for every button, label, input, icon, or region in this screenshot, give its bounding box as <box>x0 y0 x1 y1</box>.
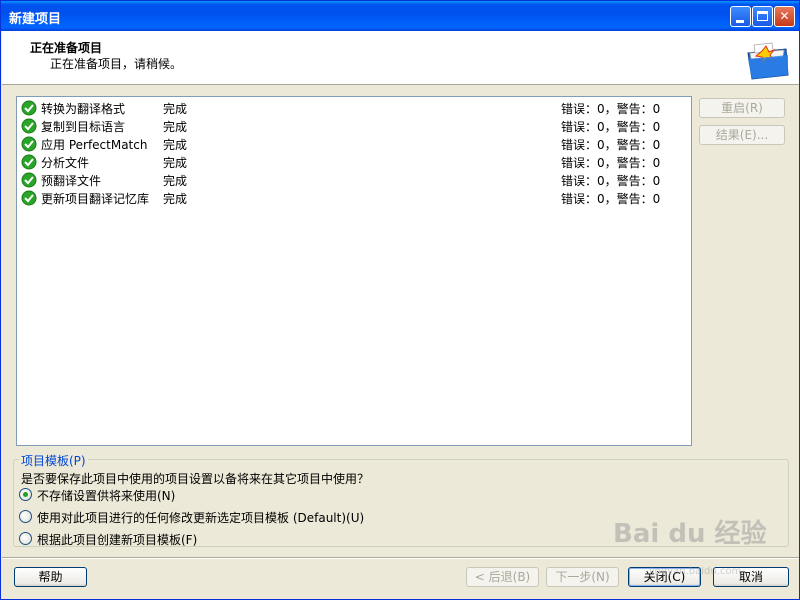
radio-label: 不存储设置供将来使用(N) <box>37 489 176 503</box>
check-icon <box>21 172 37 188</box>
radio-label: 使用对此项目进行的任何修改更新选定项目模板 (Default)(U) <box>37 511 365 525</box>
task-counts: 错误：0，警告：0 <box>561 120 661 134</box>
radio-label: 根据此项目创建新项目模板(F) <box>37 533 198 547</box>
next-button[interactable]: 下一步(N) <box>546 567 619 587</box>
header-subtitle: 正在准备项目，请稍候。 <box>50 57 183 71</box>
help-button[interactable]: 帮助 <box>14 567 87 587</box>
radio-button[interactable] <box>19 488 32 501</box>
task-status: 完成 <box>163 120 188 134</box>
task-list[interactable]: 转换为翻译格式 完成 错误：0，警告：0 复制到目标语言 完成 错误：0，警告：… <box>16 96 692 446</box>
task-status: 完成 <box>163 156 188 170</box>
task-counts: 错误：0，警告：0 <box>561 102 661 116</box>
task-row[interactable]: 分析文件 完成 错误：0，警告：0 <box>19 153 689 171</box>
minimize-icon <box>736 20 744 23</box>
task-status: 完成 <box>163 102 188 116</box>
maximize-button[interactable] <box>752 6 773 27</box>
task-counts: 错误：0，警告：0 <box>561 192 661 206</box>
task-name: 应用 PerfectMatch <box>41 138 148 152</box>
check-icon <box>21 154 37 170</box>
window-title: 新建项目 <box>9 12 62 27</box>
maximize-icon <box>757 11 768 21</box>
footer-divider <box>2 557 799 559</box>
check-icon <box>21 190 37 206</box>
project-folder-icon <box>747 42 789 80</box>
task-name: 复制到目标语言 <box>41 120 126 134</box>
minimize-button[interactable] <box>730 6 751 27</box>
task-status: 完成 <box>163 174 188 188</box>
task-name: 更新项目翻译记忆库 <box>41 192 150 206</box>
task-row[interactable]: 预翻译文件 完成 错误：0，警告：0 <box>19 171 689 189</box>
radio-button[interactable] <box>19 532 32 545</box>
close-icon: ✕ <box>779 9 790 23</box>
check-icon <box>21 136 37 152</box>
back-button[interactable]: < 后退(B) <box>466 567 539 587</box>
radio-button[interactable] <box>19 510 32 523</box>
task-name: 转换为翻译格式 <box>41 102 126 116</box>
restart-button[interactable]: 重启(R) <box>699 98 785 118</box>
task-row[interactable]: 更新项目翻译记忆库 完成 错误：0，警告：0 <box>19 189 689 207</box>
check-icon <box>21 100 37 116</box>
task-name: 分析文件 <box>41 156 90 170</box>
task-status: 完成 <box>163 138 188 152</box>
task-row[interactable]: 复制到目标语言 完成 错误：0，警告：0 <box>19 117 689 135</box>
template-question: 是否要保存此项目中使用的项目设置以备将来在其它项目中使用？ <box>21 472 370 486</box>
task-status: 完成 <box>163 192 188 206</box>
watermark-url: jingyan.baidu.com <box>649 566 742 577</box>
dialog-window: 新建项目 ✕ 正在准备项目 正在准备项目，请稍候。 转换为翻译格式 完成 错误：… <box>0 0 800 600</box>
header-title: 正在准备项目 <box>30 41 103 55</box>
task-counts: 错误：0，警告：0 <box>561 174 661 188</box>
task-counts: 错误：0，警告：0 <box>561 156 661 170</box>
results-button[interactable]: 结果(E)... <box>699 125 785 145</box>
check-icon <box>21 118 37 134</box>
close-window-button[interactable]: ✕ <box>774 6 795 27</box>
task-row[interactable]: 转换为翻译格式 完成 错误：0，警告：0 <box>19 99 689 117</box>
wizard-header: 正在准备项目 正在准备项目，请稍候。 <box>2 31 799 85</box>
watermark: Bai du 经验 <box>613 519 767 549</box>
task-counts: 错误：0，警告：0 <box>561 138 661 152</box>
template-group-legend: 项目模板(P) <box>19 452 88 469</box>
task-row[interactable]: 应用 PerfectMatch 完成 错误：0，警告：0 <box>19 135 689 153</box>
radio-selected-dot <box>23 492 28 497</box>
task-name: 预翻译文件 <box>41 174 102 188</box>
title-bar[interactable]: 新建项目 ✕ <box>1 1 799 31</box>
